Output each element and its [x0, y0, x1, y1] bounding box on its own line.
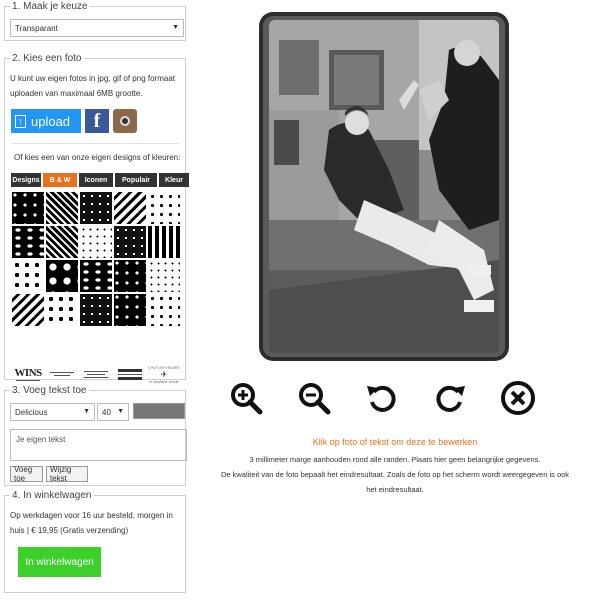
design-tile[interactable] [148, 260, 180, 292]
text-color-picker[interactable] [133, 403, 185, 419]
tab-iconen[interactable]: Iconen [79, 173, 113, 187]
design-tile[interactable] [46, 294, 78, 326]
instagram-button[interactable] [113, 109, 137, 133]
zoom-in-icon[interactable] [228, 380, 264, 416]
rotate-right-icon[interactable] [432, 380, 468, 416]
chevron-down-icon: ▼ [117, 408, 124, 415]
logo-line [118, 376, 142, 380]
logo-line [84, 376, 108, 378]
custom-text-placeholder: Je eigen tekst [16, 435, 66, 444]
design-grid [12, 192, 180, 326]
zoom-out-icon[interactable] [296, 380, 332, 416]
design-tile[interactable] [12, 294, 44, 326]
delivery-line1: Op werkdagen voor 16 uur besteld, morgen… [10, 511, 173, 520]
edit-text-button[interactable]: Wijzig tekst [46, 465, 88, 483]
margin-info: 3 millimeter marge aanhouden rond alle r… [249, 455, 541, 464]
material-select-value: Transparant [15, 24, 58, 33]
chevron-down-icon: ▼ [83, 408, 90, 415]
edit-hint: Klik op foto of tekst om deze te bewerke… [312, 437, 478, 447]
step4-title: 4. In winkelwagen [10, 490, 94, 501]
tab-kleur[interactable]: Kleur [159, 173, 189, 187]
logo-text: in airplane mode [149, 378, 179, 384]
logo-line [54, 375, 70, 376]
font-select-value: Delicious [15, 408, 48, 417]
size-select[interactable]: 40 ▼ [97, 403, 129, 421]
remove-icon[interactable] [500, 380, 536, 416]
design-tile[interactable] [114, 359, 146, 389]
design-tile[interactable] [148, 226, 180, 258]
logo-line [87, 373, 105, 375]
design-tile[interactable] [148, 294, 180, 326]
design-tile[interactable] [80, 260, 112, 292]
step2-panel: 2. Kies een foto U kunt uw eigen fotos i… [4, 53, 189, 384]
tab-bw[interactable]: B & W [43, 173, 77, 187]
design-tile[interactable] [80, 226, 112, 258]
photo-canvas[interactable] [269, 20, 499, 353]
design-tabs: Designs B & W Iconen Populair Kleur [11, 173, 189, 187]
airplane-icon: ✈ [160, 369, 168, 379]
material-select[interactable]: Transparant ▼ [10, 19, 184, 37]
design-tile[interactable] [80, 192, 112, 224]
step2-title: 2. Kies een foto [10, 53, 84, 64]
tab-populair[interactable]: Populair [115, 173, 157, 187]
font-select[interactable]: Delicious ▼ [10, 403, 95, 421]
photo-image [269, 20, 499, 353]
logo-line [16, 379, 40, 381]
design-tile[interactable] [46, 192, 78, 224]
design-tile[interactable] [114, 294, 146, 326]
facebook-icon: f [93, 110, 101, 132]
upload-icon: ↑ [15, 114, 26, 128]
upload-button[interactable]: ↑ upload [11, 109, 81, 133]
design-tile[interactable] [114, 226, 146, 258]
step3-panel: 3. Voeg tekst toe Delicious ▼ 40 ▼ Je ei… [4, 385, 187, 486]
add-text-button[interactable]: Voeg toe [10, 465, 43, 483]
quality-info-cont: het eindresultaat. [366, 485, 424, 494]
add-to-cart-button[interactable]: In winkelwagen [18, 547, 101, 577]
logo-line [118, 368, 142, 372]
step3-title: 3. Voeg tekst toe [10, 385, 89, 396]
design-tile[interactable] [114, 260, 146, 292]
logo-line [50, 372, 74, 373]
size-select-value: 40 [102, 408, 111, 417]
edit-toolbar [228, 380, 536, 416]
design-tile[interactable] [114, 192, 146, 224]
step4-panel: 4. In winkelwagen Op werkdagen voor 16 u… [4, 490, 186, 593]
upload-intro-line2: uploaden van maximaal 6MB grootte. [10, 89, 143, 98]
design-tile[interactable]: I PUT MY HEART ✈ in airplane mode [148, 359, 180, 389]
design-tile[interactable] [148, 192, 180, 224]
design-tile[interactable] [12, 192, 44, 224]
divider [11, 143, 179, 144]
custom-text-input[interactable]: Je eigen tekst [10, 429, 187, 461]
instagram-icon [120, 116, 130, 126]
logo-line [118, 373, 142, 375]
upload-label: upload [31, 113, 71, 129]
designs-intro: Of kies een van onze eigen designs of kl… [14, 153, 181, 162]
design-tile[interactable] [46, 260, 78, 292]
logo-line [84, 370, 108, 372]
upload-intro-line1: U kunt uw eigen fotos in jpg, gif of png… [10, 74, 175, 83]
chevron-down-icon: ▼ [172, 24, 179, 31]
rotate-left-icon[interactable] [364, 380, 400, 416]
design-tile[interactable] [46, 226, 78, 258]
step1-title: 1. Maak je keuze [10, 1, 90, 12]
design-tile[interactable] [12, 226, 44, 258]
step1-panel: 1. Maak je keuze Transparant ▼ [4, 1, 186, 41]
delivery-line2: huis | € 19,95 (Gratis verzending) [10, 526, 129, 535]
tablet-case-preview [259, 12, 509, 361]
quality-info: De kwaliteit van de foto bepaalt het ein… [220, 470, 570, 479]
tab-designs[interactable]: Designs [11, 173, 41, 187]
design-tile[interactable] [12, 260, 44, 292]
design-tile[interactable] [80, 294, 112, 326]
facebook-button[interactable]: f [85, 109, 109, 133]
logo-text: WINS [14, 366, 42, 379]
